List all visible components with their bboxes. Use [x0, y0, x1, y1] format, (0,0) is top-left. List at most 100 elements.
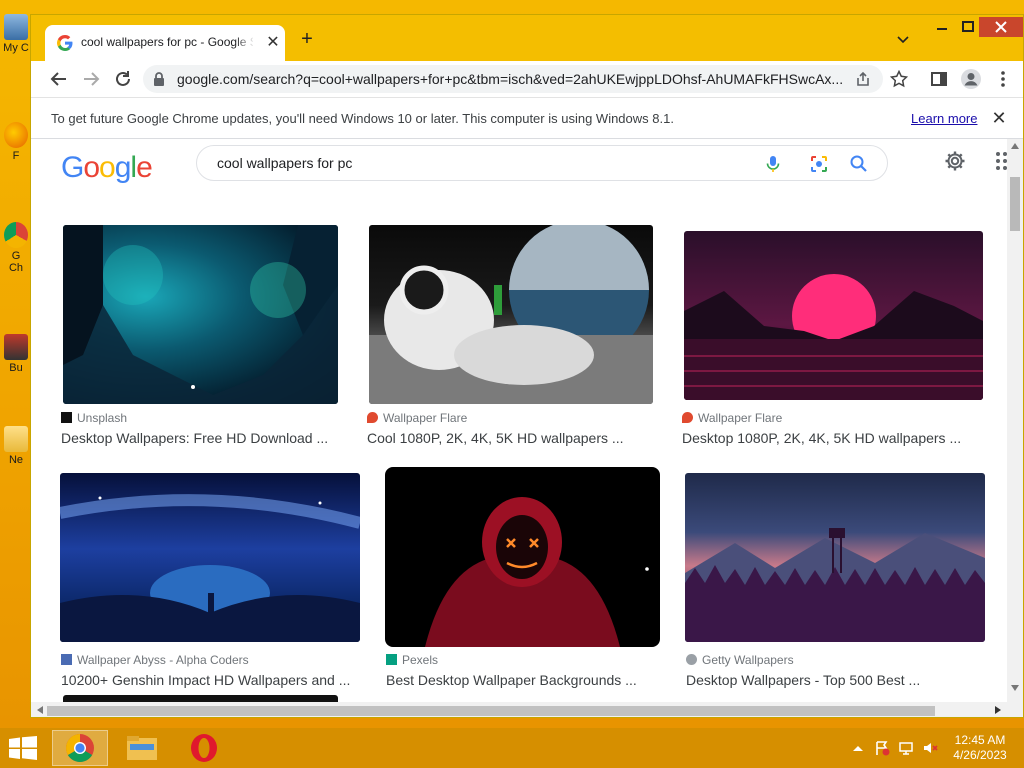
- logo-letter: g: [114, 151, 132, 184]
- apps-grid-icon[interactable]: [993, 149, 1007, 173]
- taskbar-opera[interactable]: [176, 730, 232, 766]
- result-thumbnail-partial[interactable]: [63, 695, 338, 702]
- action-center-flag-icon[interactable]: [874, 740, 890, 756]
- desktop-icon-new-folder[interactable]: Ne: [0, 426, 32, 466]
- computer-icon: [4, 14, 28, 40]
- profile-button[interactable]: [959, 67, 983, 91]
- reload-button[interactable]: [111, 67, 135, 91]
- desktop-icon-firefox[interactable]: F: [0, 122, 32, 162]
- synthwave-sunset-image: [684, 274, 983, 400]
- result-source[interactable]: Wallpaper Flare: [367, 411, 467, 425]
- logo-letter: G: [61, 151, 84, 184]
- desktop-icon-my-computer[interactable]: My C: [0, 14, 32, 54]
- close-window-button[interactable]: [979, 17, 1023, 37]
- tab-search-chevron-icon[interactable]: [893, 29, 913, 49]
- avatar-icon: [961, 69, 981, 89]
- infobar-close-icon[interactable]: ✕: [989, 108, 1009, 128]
- logo-letter: e: [136, 151, 153, 184]
- result-title[interactable]: Desktop Wallpapers - Top 500 Best ...: [686, 672, 986, 688]
- result-source[interactable]: Pexels: [386, 653, 438, 667]
- folder-icon: [127, 736, 157, 760]
- browser-tab[interactable]: cool wallpapers for pc - Google S ✕: [45, 25, 285, 61]
- close-icon: [995, 21, 1007, 33]
- title-bar: cool wallpapers for pc - Google S ✕ +: [31, 15, 1023, 61]
- result-source[interactable]: Wallpaper Flare: [682, 411, 782, 425]
- new-tab-icon[interactable]: +: [297, 29, 317, 49]
- aurora-cave-image: [63, 225, 338, 404]
- flame-favicon-icon: [367, 412, 378, 423]
- astronaut-moon-image: [369, 225, 653, 404]
- result-thumbnail[interactable]: [684, 231, 983, 400]
- show-hidden-icons-icon[interactable]: [850, 740, 866, 756]
- tab-title: cool wallpapers for pc - Google S: [81, 35, 253, 49]
- scroll-right-arrow-icon[interactable]: [995, 706, 1001, 714]
- desktop-icon-bu[interactable]: Bu: [0, 334, 32, 374]
- vertical-scrollbar[interactable]: [1007, 139, 1023, 702]
- result-thumbnail[interactable]: [685, 473, 985, 642]
- folder-icon: [4, 426, 28, 452]
- flame-favicon-icon: [682, 412, 693, 423]
- volume-muted-icon[interactable]: [922, 740, 938, 756]
- reload-icon: [116, 71, 130, 86]
- system-clock[interactable]: 12:45 AM 4/26/2023: [940, 733, 1020, 763]
- result-thumbnail[interactable]: [385, 467, 660, 647]
- forward-button[interactable]: [79, 67, 103, 91]
- address-bar[interactable]: google.com/search?q=cool+wallpapers+for+…: [143, 65, 883, 93]
- result-source[interactable]: Getty Wallpapers: [686, 653, 794, 667]
- app-icon: [4, 334, 28, 360]
- tab-close-icon[interactable]: ✕: [263, 33, 283, 53]
- result-thumbnail[interactable]: [60, 473, 360, 642]
- search-input[interactable]: cool wallpapers for pc: [217, 155, 352, 171]
- search-icon[interactable]: [849, 154, 869, 174]
- horizontal-scroll-thumb[interactable]: [47, 706, 935, 716]
- neon-mask-hoodie-image: [425, 497, 649, 647]
- desktop-icon-google-chrome[interactable]: G Ch: [0, 222, 32, 274]
- result-title[interactable]: Desktop 1080P, 2K, 4K, 5K HD wallpapers …: [682, 430, 982, 446]
- horizontal-scrollbar[interactable]: [31, 702, 1023, 717]
- result-title[interactable]: Desktop Wallpapers: Free HD Download ...: [61, 430, 351, 446]
- page-viewport: Google cool wallpapers for pc Unsplash D…: [31, 139, 1007, 702]
- result-source[interactable]: Unsplash: [61, 411, 127, 425]
- globe-favicon-icon: [686, 654, 697, 665]
- scroll-up-arrow-icon[interactable]: [1011, 143, 1019, 149]
- vertical-scroll-thumb[interactable]: [1010, 177, 1020, 231]
- arrow-right-icon: [84, 72, 100, 86]
- result-source[interactable]: Wallpaper Abyss - Alpha Coders: [61, 653, 249, 667]
- browser-toolbar: google.com/search?q=cool+wallpapers+for+…: [31, 61, 1023, 97]
- google-favicon-icon: [57, 35, 73, 51]
- taskbar-chrome[interactable]: [52, 730, 108, 766]
- scroll-left-arrow-icon[interactable]: [37, 706, 43, 714]
- back-button[interactable]: [47, 67, 71, 91]
- arrow-left-icon: [50, 72, 66, 86]
- result-title[interactable]: Best Desktop Wallpaper Backgrounds ...: [386, 672, 666, 688]
- clock-date: 4/26/2023: [953, 748, 1007, 762]
- lock-icon[interactable]: [151, 71, 167, 87]
- infobar-message: To get future Google Chrome updates, you…: [51, 111, 674, 126]
- result-title[interactable]: 10200+ Genshin Impact HD Wallpapers and …: [61, 672, 361, 688]
- update-infobar: To get future Google Chrome updates, you…: [31, 97, 1023, 139]
- opera-icon: [191, 734, 217, 762]
- settings-gear-icon[interactable]: [943, 149, 967, 173]
- network-icon[interactable]: [898, 740, 914, 756]
- google-logo[interactable]: Google: [61, 151, 153, 185]
- result-thumbnail[interactable]: [369, 225, 653, 404]
- result-title[interactable]: Cool 1080P, 2K, 4K, 5K HD wallpapers ...: [367, 430, 667, 446]
- result-thumbnail[interactable]: [63, 225, 338, 404]
- google-lens-icon[interactable]: [809, 154, 829, 174]
- unsplash-favicon-icon: [61, 412, 72, 423]
- search-box[interactable]: cool wallpapers for pc: [196, 145, 888, 181]
- taskbar-file-explorer[interactable]: [114, 730, 170, 766]
- kebab-menu-icon: [1001, 71, 1005, 87]
- chrome-menu-button[interactable]: [991, 67, 1015, 91]
- microphone-icon[interactable]: [763, 154, 783, 174]
- genshin-night-sky-image: [60, 494, 360, 642]
- side-panel-button[interactable]: [927, 67, 951, 91]
- windows-start-icon[interactable]: [8, 736, 38, 760]
- pexels-favicon-icon: [386, 654, 397, 665]
- scroll-down-arrow-icon[interactable]: [1011, 685, 1019, 691]
- bookmark-button[interactable]: [887, 67, 911, 91]
- logo-letter: o: [83, 151, 100, 184]
- share-icon[interactable]: [855, 71, 871, 87]
- learn-more-link[interactable]: Learn more: [911, 111, 977, 126]
- chrome-window: cool wallpapers for pc - Google S ✕ + go…: [30, 14, 1024, 718]
